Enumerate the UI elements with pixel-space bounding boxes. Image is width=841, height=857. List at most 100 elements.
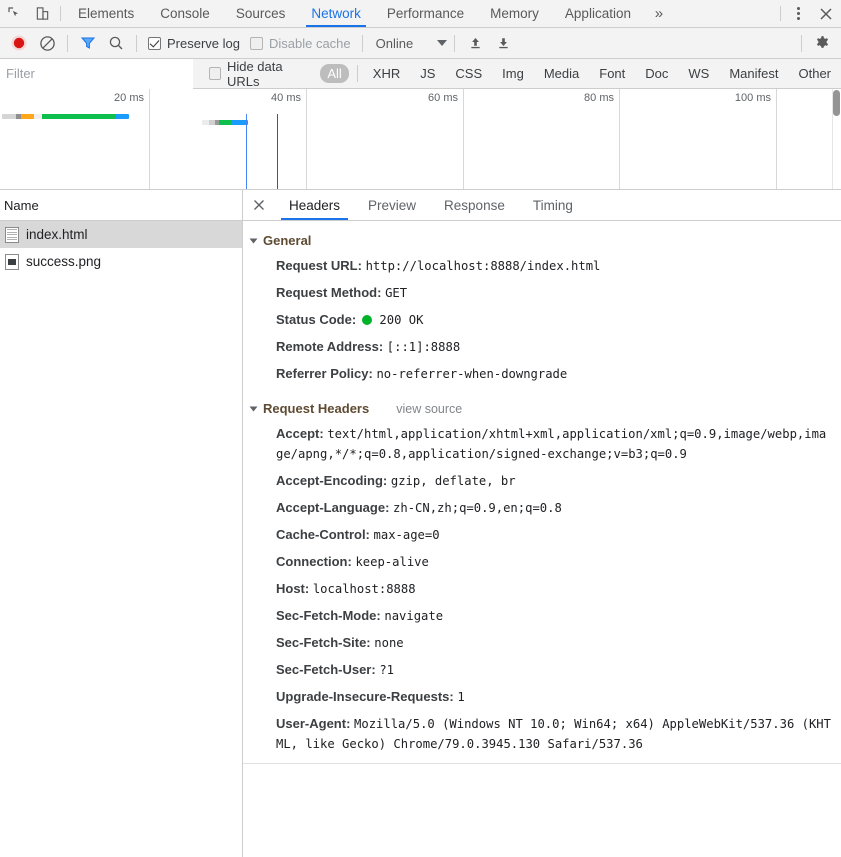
tab-response[interactable]: Response	[430, 190, 519, 220]
import-har-icon[interactable]	[462, 30, 488, 56]
record-button[interactable]	[6, 30, 32, 56]
filter-input[interactable]	[0, 58, 193, 89]
device-toolbar-icon[interactable]	[28, 0, 56, 27]
tab-sources[interactable]: Sources	[223, 0, 299, 27]
request-row-index-html[interactable]: index.html	[0, 221, 242, 248]
close-devtools-icon[interactable]	[811, 0, 841, 27]
tab-network[interactable]: Network	[298, 0, 374, 27]
bar-segment	[2, 114, 16, 119]
tab-preview[interactable]: Preview	[354, 190, 430, 220]
tab-label: Performance	[386, 6, 465, 21]
settings-gear-icon[interactable]	[809, 30, 835, 56]
search-icon[interactable]	[103, 30, 129, 56]
header-row-accept-language: Accept-Language: zh-CN,zh;q=0.9,en;q=0.8	[243, 494, 841, 521]
inspect-element-icon[interactable]	[0, 0, 28, 27]
header-name: Request Method:	[276, 284, 382, 300]
request-row-success-png[interactable]: success.png	[0, 248, 242, 275]
header-value: 200 OK	[379, 312, 424, 327]
header-row-cache-control: Cache-Control: max-age=0	[243, 521, 841, 548]
header-value: Mozilla/5.0 (Windows NT 10.0; Win64; x64…	[276, 716, 831, 751]
network-toolbar: Preserve log Disable cache Online	[0, 28, 841, 59]
header-name: Host:	[276, 580, 310, 596]
network-overview-timeline[interactable]: 20 ms 40 ms 60 ms 80 ms 100 ms	[0, 89, 841, 190]
more-tabs-icon[interactable]: »	[644, 0, 674, 27]
overview-col-100ms: 100 ms	[620, 89, 777, 189]
header-row-sec-fetch-site: Sec-Fetch-Site: none	[243, 629, 841, 656]
filter-chip-manifest[interactable]: Manifest	[722, 64, 785, 83]
bar-segment	[219, 120, 231, 125]
header-name: Sec-Fetch-Site:	[276, 634, 371, 650]
filter-chip-ws[interactable]: WS	[681, 64, 716, 83]
hide-data-urls-box[interactable]	[208, 67, 221, 80]
filter-chip-media[interactable]: Media	[537, 64, 586, 83]
dom-content-loaded-line	[246, 114, 247, 189]
export-har-icon[interactable]	[490, 30, 516, 56]
throttling-dropdown[interactable]: Online	[370, 36, 448, 51]
view-source-link[interactable]: view source	[396, 402, 462, 416]
close-details-icon[interactable]	[243, 190, 275, 220]
tabbar-divider-2	[780, 6, 781, 21]
filter-chip-font[interactable]: Font	[592, 64, 632, 83]
overview-scroll-thumb[interactable]	[833, 90, 840, 116]
header-row-referrer-policy: Referrer Policy: no-referrer-when-downgr…	[243, 360, 841, 387]
tab-label: Preview	[368, 197, 417, 213]
header-value: navigate	[384, 608, 444, 623]
tab-timing[interactable]: Timing	[519, 190, 587, 220]
overview-bar-index-html	[2, 114, 129, 119]
preserve-log-box[interactable]	[148, 36, 161, 50]
filter-chip-all[interactable]: All	[320, 64, 349, 83]
bar-segment	[116, 114, 129, 119]
general-section-header[interactable]: General	[243, 229, 841, 252]
filter-chip-doc[interactable]: Doc	[638, 64, 675, 83]
toolbar-divider-2	[136, 34, 137, 52]
tab-memory[interactable]: Memory	[477, 0, 552, 27]
header-row-sec-fetch-mode: Sec-Fetch-Mode: navigate	[243, 602, 841, 629]
devtools-menu-icon[interactable]	[785, 0, 811, 27]
bar-segment	[202, 120, 209, 125]
filter-chip-other[interactable]: Other	[791, 64, 838, 83]
tab-performance[interactable]: Performance	[374, 0, 477, 27]
tabbar-divider	[60, 6, 61, 21]
header-row-remote-address: Remote Address: [::1]:8888	[243, 333, 841, 360]
request-headers-section-header[interactable]: Request Headers view source	[243, 397, 841, 420]
tab-headers[interactable]: Headers	[275, 190, 354, 220]
overview-tick-80ms: 80 ms	[584, 92, 614, 104]
overview-scrollbar[interactable]	[832, 89, 841, 189]
filter-chip-img[interactable]: Img	[495, 64, 531, 83]
tab-label: Console	[160, 6, 210, 21]
header-name: Request URL:	[276, 257, 362, 273]
overview-tick-100ms: 100 ms	[734, 92, 771, 104]
filter-chip-css[interactable]: CSS	[448, 64, 489, 83]
content-divider	[243, 763, 841, 764]
header-name: Upgrade-Insecure-Requests:	[276, 688, 454, 704]
request-detail-tabs: Headers Preview Response Timing	[243, 190, 841, 221]
header-row-request-url: Request URL: http://localhost:8888/index…	[243, 252, 841, 279]
tab-application[interactable]: Application	[552, 0, 644, 27]
filter-chip-js[interactable]: JS	[413, 64, 442, 83]
toolbar-divider-5	[801, 34, 802, 52]
filter-chip-xhr[interactable]: XHR	[366, 64, 407, 83]
bar-segment	[34, 114, 42, 119]
tab-label: Timing	[532, 197, 573, 213]
header-value: GET	[385, 285, 408, 300]
tabbar-right-controls	[776, 0, 841, 27]
request-headers-section-title: Request Headers	[263, 401, 370, 416]
filter-icon[interactable]	[75, 30, 101, 56]
disable-cache-label: Disable cache	[268, 35, 351, 51]
tab-elements[interactable]: Elements	[65, 0, 147, 27]
request-name: success.png	[26, 254, 102, 269]
headers-content: General Request URL: http://localhost:88…	[243, 221, 841, 857]
disable-cache-checkbox[interactable]: Disable cache	[246, 36, 355, 51]
tab-label: Sources	[235, 6, 286, 21]
header-row-host: Host: localhost:8888	[243, 575, 841, 602]
tab-console[interactable]: Console	[147, 0, 223, 27]
preserve-log-checkbox[interactable]: Preserve log	[144, 36, 244, 51]
header-value: zh-CN,zh;q=0.9,en;q=0.8	[393, 500, 562, 515]
clear-button[interactable]	[34, 30, 60, 56]
disable-cache-box[interactable]	[249, 36, 263, 50]
header-row-accept: Accept: text/html,application/xhtml+xml,…	[243, 420, 841, 467]
header-row-status-code: Status Code: 200 OK	[243, 306, 841, 333]
hide-data-urls-checkbox[interactable]: Hide data URLs	[208, 59, 314, 89]
header-value[interactable]: http://localhost:8888/index.html	[366, 259, 601, 273]
requests-column-header[interactable]: Name	[0, 190, 242, 221]
